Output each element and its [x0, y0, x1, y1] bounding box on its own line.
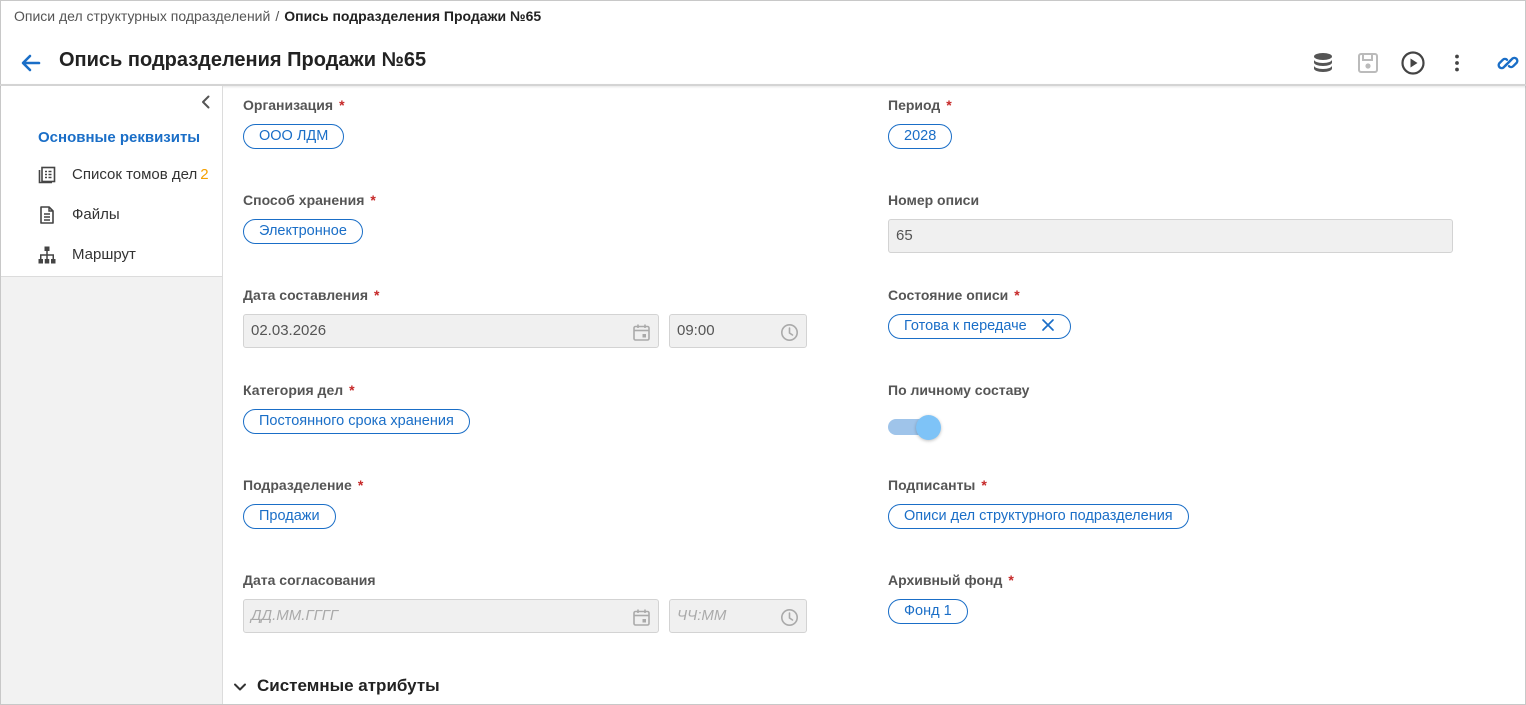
sidebar-item-main-details[interactable]: Основные реквизиты — [38, 129, 200, 146]
more-vert-icon[interactable] — [1444, 50, 1470, 76]
system-attributes-label: Системные атрибуты — [257, 676, 440, 695]
signatories-chip[interactable]: Описи дел структурного подразделения — [888, 504, 1189, 529]
play-icon[interactable] — [1400, 50, 1426, 76]
calendar-icon[interactable] — [632, 607, 651, 626]
inventory-number-field[interactable]: 65 — [888, 219, 1453, 253]
volumes-icon — [37, 165, 57, 185]
creation-date-label: Дата составления * — [243, 287, 380, 303]
sidebar-item-files[interactable]: Файлы — [37, 203, 217, 225]
chevron-left-icon[interactable] — [197, 93, 215, 111]
database-icon[interactable] — [1310, 50, 1336, 76]
volumes-count-badge: 2 — [200, 166, 209, 183]
breadcrumb-current: Опись подразделения Продажи №65 — [284, 8, 542, 24]
storage-method-chip[interactable]: Электронное — [243, 219, 363, 244]
by-personnel-label: По личному составу — [888, 382, 1030, 398]
inventory-state-chip[interactable]: Готова к передаче — [888, 314, 1071, 339]
title-bar: Опись подразделения Продажи №65 — [0, 40, 1526, 84]
department-label: Подразделение * — [243, 477, 364, 493]
sidebar-item-volumes[interactable]: Список томов дел 2 — [37, 163, 217, 185]
inventory-state-label: Состояние описи * — [888, 287, 1020, 303]
archive-fund-label: Архивный фонд * — [888, 572, 1014, 588]
case-category-chip[interactable]: Постоянного срока хранения — [243, 409, 470, 434]
breadcrumb: Описи дел структурных подразделений / Опис… — [14, 8, 541, 24]
department-chip[interactable]: Продажи — [243, 504, 336, 529]
calendar-icon[interactable] — [632, 322, 651, 341]
clock-icon[interactable] — [780, 607, 799, 626]
toggle-knob — [916, 415, 941, 440]
approval-date-field[interactable]: ДД.ММ.ГГГГ — [243, 599, 659, 633]
organization-chip[interactable]: ООО ЛДМ — [243, 124, 345, 149]
file-icon — [37, 205, 57, 225]
by-personnel-toggle[interactable] — [888, 412, 944, 442]
signatories-label: Подписанты * — [888, 477, 987, 493]
approval-time-field[interactable]: ЧЧ:ММ — [669, 599, 807, 633]
sidebar-item-route[interactable]: Маршрут — [37, 243, 217, 265]
link-icon[interactable] — [1495, 50, 1521, 76]
storage-method-label: Способ хранения * — [243, 192, 376, 208]
period-label: Период * — [888, 97, 952, 113]
clock-icon[interactable] — [780, 322, 799, 341]
organization-label: Организация * — [243, 97, 345, 113]
sidebar-item-volumes-label: Список томов дел — [72, 166, 198, 183]
sidebar-item-files-label: Файлы — [72, 206, 120, 223]
period-chip[interactable]: 2028 — [888, 124, 953, 149]
back-arrow-icon[interactable] — [18, 50, 44, 76]
clear-icon[interactable] — [1041, 317, 1055, 331]
approval-date-label: Дата согласования — [243, 572, 376, 588]
case-category-label: Категория дел * — [243, 382, 355, 398]
header-divider — [0, 84, 1526, 86]
chevron-down-icon — [232, 679, 248, 695]
creation-time-field[interactable]: 09:00 — [669, 314, 807, 348]
archive-fund-chip[interactable]: Фонд 1 — [888, 599, 968, 624]
sidebar-item-route-label: Маршрут — [72, 246, 136, 263]
page-title: Опись подразделения Продажи №65 — [59, 49, 427, 71]
breadcrumb-parent-link[interactable]: Описи дел структурных подразделений — [14, 8, 270, 24]
breadcrumb-separator: / — [275, 8, 280, 24]
inventory-number-label: Номер описи — [888, 192, 980, 208]
sidebar: Основные реквизиты Список томов дел 2 Фай… — [1, 86, 223, 704]
creation-date-field[interactable]: 02.03.2026 — [243, 314, 659, 348]
save-icon[interactable] — [1355, 50, 1381, 76]
sidebar-menu: Основные реквизиты Список томов дел 2 Фай… — [1, 86, 222, 277]
route-icon — [37, 245, 57, 265]
